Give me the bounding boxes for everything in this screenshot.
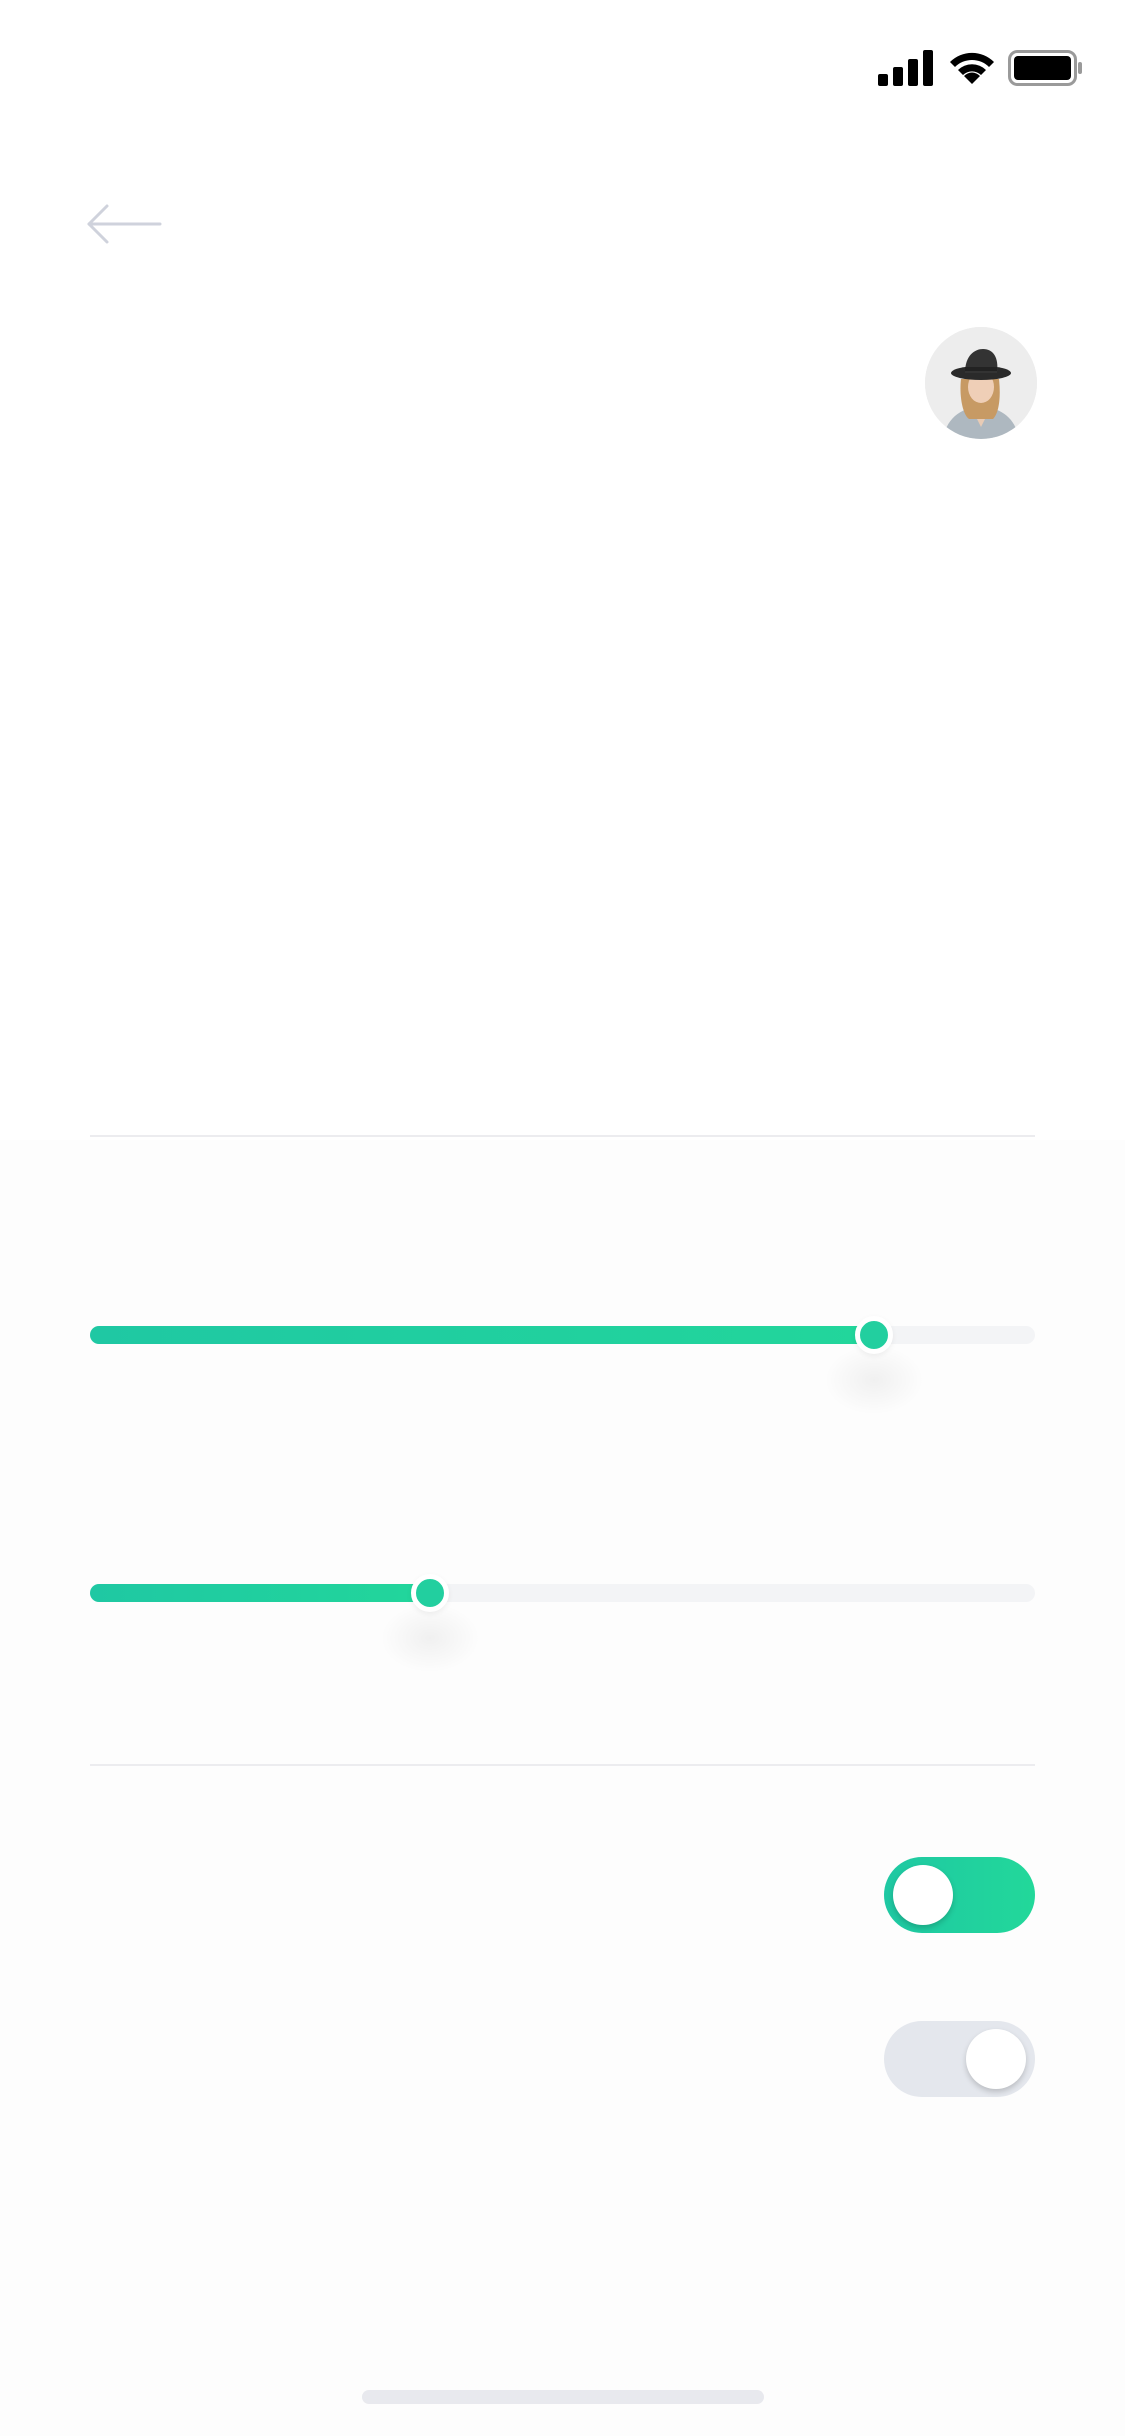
divider (90, 1135, 1035, 1137)
slider-1[interactable] (90, 1305, 1035, 1415)
slider-fill (90, 1326, 874, 1344)
slider-thumb[interactable] (411, 1574, 449, 1612)
slider-2[interactable] (90, 1563, 1035, 1673)
toggle-knob (966, 2029, 1026, 2089)
toggle-1[interactable] (884, 1857, 1035, 1933)
signal-icon (878, 50, 933, 86)
toggle-2[interactable] (884, 2021, 1035, 2097)
slider-fill (90, 1584, 430, 1602)
status-bar (0, 0, 1125, 132)
avatar[interactable] (925, 327, 1037, 439)
slider-thumb-shadow (380, 1603, 480, 1673)
avatar-photo (925, 327, 1037, 439)
toggle-knob (893, 1865, 953, 1925)
arrow-left-icon (87, 204, 162, 244)
slider-thumb-shadow (824, 1345, 924, 1415)
wifi-icon (950, 52, 994, 84)
battery-icon (1008, 50, 1082, 86)
home-indicator[interactable] (362, 2390, 764, 2404)
back-button[interactable] (86, 200, 162, 248)
slider-thumb[interactable] (855, 1316, 893, 1354)
divider (90, 1764, 1035, 1766)
